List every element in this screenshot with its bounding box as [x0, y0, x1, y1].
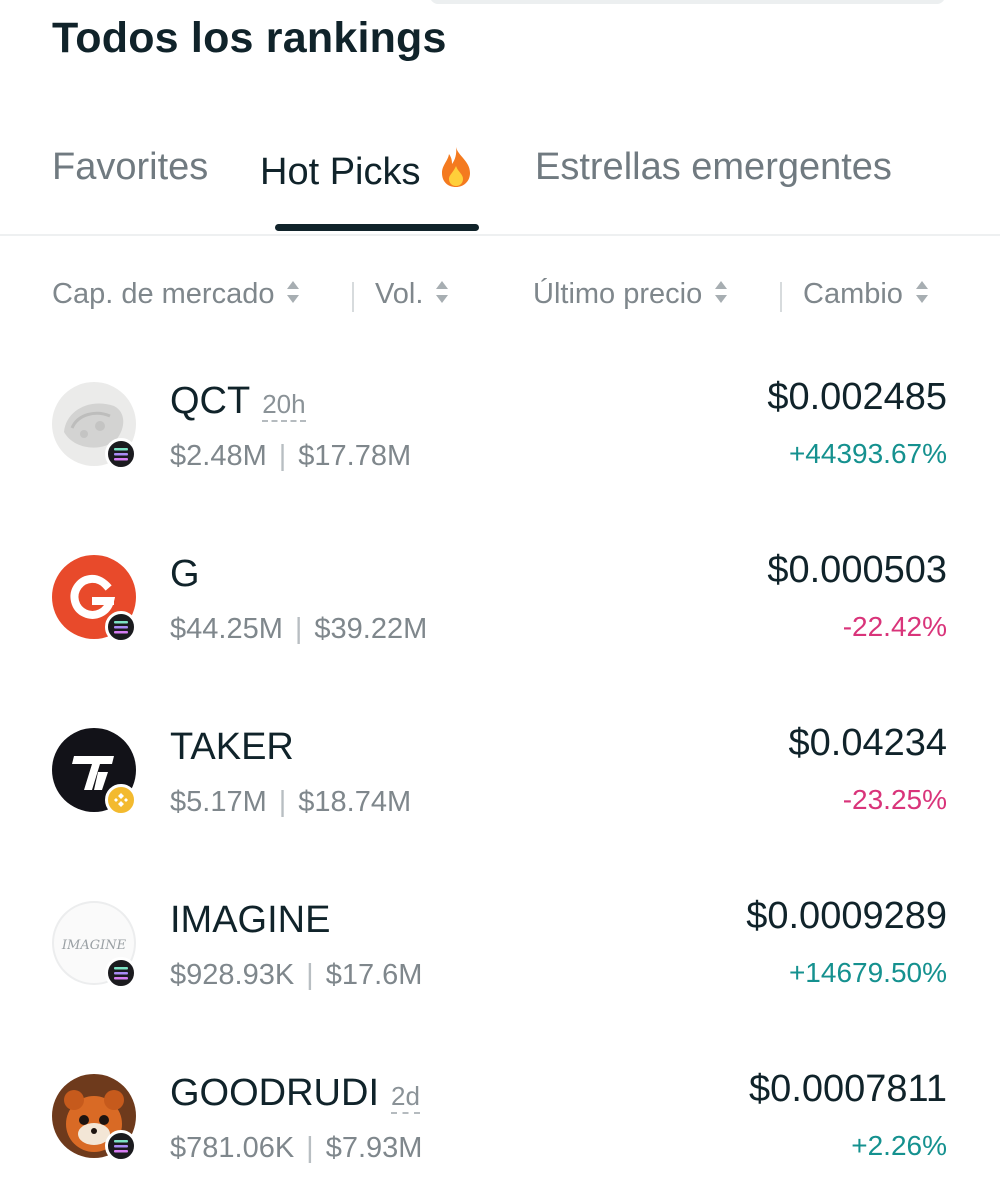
token-symbol: TAKER: [170, 726, 294, 769]
active-tab-indicator: [275, 224, 479, 231]
tab-hot-picks[interactable]: Hot Picks: [260, 146, 473, 194]
volume-value: $17.78M: [298, 440, 412, 472]
token-price: $0.0009289: [746, 895, 947, 937]
token-symbol-text: TAKER: [170, 726, 294, 768]
token-change: +14679.50%: [788, 957, 947, 988]
token-symbol-text: G: [170, 553, 200, 595]
token-symbol: QCT 20h: [170, 380, 306, 423]
tab-label: Favorites: [52, 146, 209, 188]
sort-change[interactable]: Cambio: [803, 278, 929, 311]
token-row[interactable]: QCT 20h $2.48M | $17.78M $0.002485 +44393.6…: [0, 376, 1000, 522]
market-cap-value: $5.17M: [170, 786, 267, 818]
token-symbol: G: [170, 553, 200, 596]
stats-divider: |: [306, 959, 314, 991]
stats-divider: |: [278, 440, 287, 472]
sort-icon: [915, 281, 928, 304]
token-row[interactable]: GOODRUDI 2d $781.06K | $7.93M $0.0007811 +2…: [0, 1068, 1000, 1200]
stats-divider: |: [306, 1132, 314, 1164]
token-age: 20h: [262, 389, 306, 422]
stats-divider: |: [278, 786, 287, 818]
token-price: $0.002485: [767, 376, 947, 418]
token-row[interactable]: IMAGINE IMAGINE $928.93K | $17.6M $0.00092…: [0, 895, 1000, 1041]
token-symbol-text: QCT: [170, 380, 251, 422]
token-symbol: GOODRUDI 2d: [170, 1072, 420, 1115]
token-row[interactable]: G $44.25M | $39.22M $0.000503 -22.42%: [0, 549, 1000, 695]
volume-value: $17.6M: [325, 959, 423, 991]
ranking-tabs: Favorites Hot Picks Estrellas emergentes: [0, 140, 1000, 236]
sort-volume[interactable]: Vol.: [375, 278, 449, 311]
token-row[interactable]: TAKER $5.17M | $18.74M $0.04234 -23.25%: [0, 722, 1000, 868]
sort-label: Cap. de mercado: [52, 278, 275, 310]
token-age: 2d: [391, 1081, 420, 1114]
token-symbol-text: GOODRUDI: [170, 1072, 379, 1114]
solana-chain-icon: [105, 1130, 137, 1162]
bnb-chain-icon: [105, 784, 137, 816]
tab-favorites[interactable]: Favorites: [52, 146, 208, 189]
sort-icon: [287, 281, 300, 304]
volume-value: $39.22M: [314, 613, 428, 645]
market-cap-value: $2.48M: [170, 440, 267, 472]
token-symbol-text: IMAGINE: [170, 899, 331, 941]
stats-divider: |: [294, 613, 303, 645]
token-change: -23.25%: [842, 784, 947, 815]
volume-value: $7.93M: [325, 1132, 423, 1164]
tab-estrellas-emergentes[interactable]: Estrellas emergentes: [535, 146, 892, 189]
token-price: $0.04234: [788, 722, 948, 764]
sort-icon: [436, 281, 449, 304]
tab-label: Estrellas emergentes: [535, 146, 892, 188]
market-cap-value: $781.06K: [170, 1132, 295, 1164]
market-cap-value: $928.93K: [170, 959, 295, 991]
solana-chain-icon: [105, 611, 137, 643]
token-stats: $5.17M | $18.74M: [170, 786, 411, 819]
solana-chain-icon: [105, 438, 137, 470]
column-divider: [780, 282, 782, 312]
token-change: +44393.67%: [788, 438, 947, 469]
token-stats: $44.25M | $39.22M: [170, 613, 427, 646]
sort-header: Cap. de mercado Vol. Último precio Cambi…: [0, 278, 1000, 322]
token-symbol: IMAGINE: [170, 899, 330, 942]
tab-label: Hot Picks: [260, 151, 421, 193]
sort-last-price[interactable]: Último precio: [533, 278, 728, 311]
token-stats: $928.93K | $17.6M: [170, 959, 422, 992]
top-search-bar-edge[interactable]: [430, 0, 945, 4]
token-price: $0.000503: [767, 549, 947, 591]
logo-wordmark: IMAGINE: [61, 938, 127, 953]
volume-value: $18.74M: [298, 786, 412, 818]
column-divider: [352, 282, 354, 312]
sort-label: Vol.: [375, 278, 424, 310]
solana-chain-icon: [105, 957, 137, 989]
token-change: +2.26%: [851, 1130, 947, 1161]
sort-label: Cambio: [803, 278, 903, 310]
sort-icon: [715, 281, 728, 304]
token-change: -22.42%: [842, 611, 947, 642]
market-cap-value: $44.25M: [170, 613, 283, 645]
token-price: $0.0007811: [749, 1068, 947, 1110]
sort-label: Último precio: [533, 278, 703, 310]
flame-icon: [442, 147, 471, 187]
token-stats: $781.06K | $7.93M: [170, 1132, 422, 1165]
page-title: Todos los rankings: [52, 14, 447, 62]
token-stats: $2.48M | $17.78M: [170, 440, 411, 473]
sort-market-cap[interactable]: Cap. de mercado: [52, 278, 300, 311]
